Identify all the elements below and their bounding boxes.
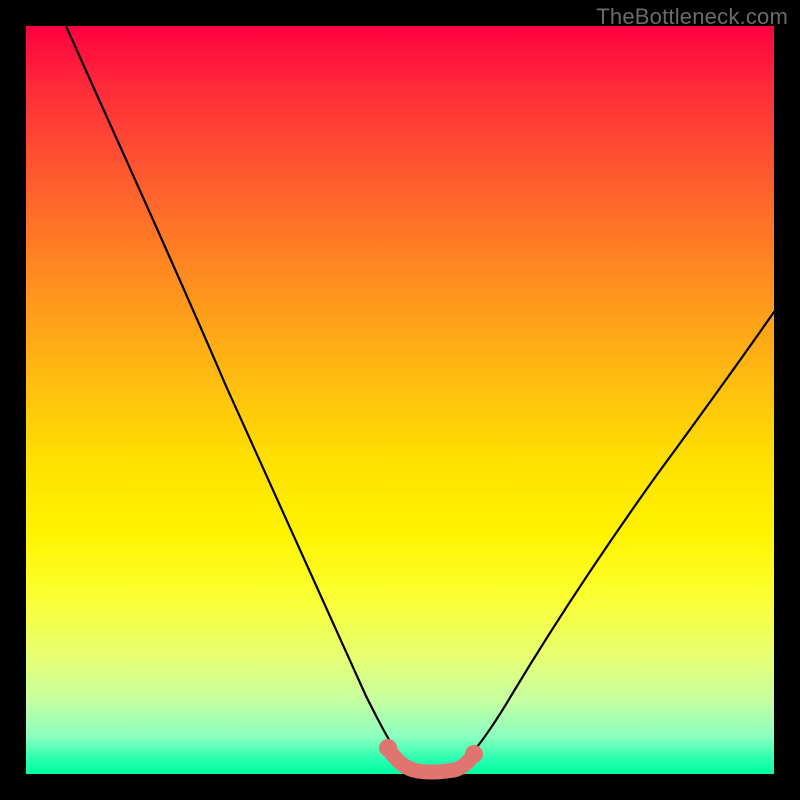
chart-frame: TheBottleneck.com [0,0,800,800]
bottleneck-curve-path [66,26,774,771]
bottleneck-curve-svg [26,26,774,774]
sweet-spot-start-marker [379,739,397,757]
sweet-spot-end-marker [465,745,483,763]
watermark-text: TheBottleneck.com [596,4,788,30]
chart-plot-area [26,26,774,774]
sweet-spot-path [388,748,474,772]
